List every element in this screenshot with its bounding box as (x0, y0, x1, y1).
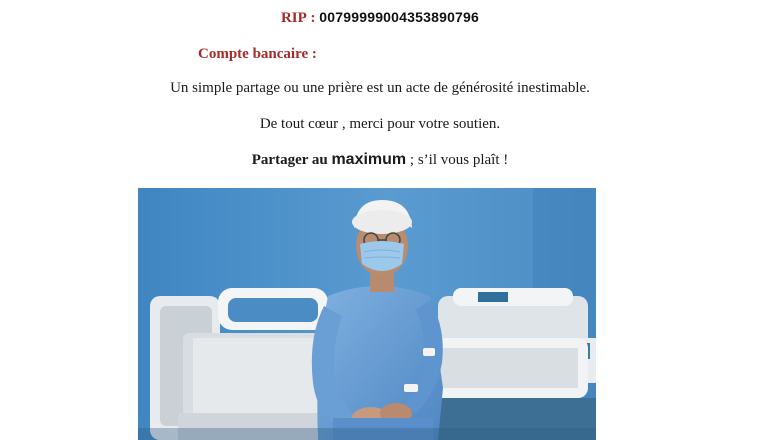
message-share: Partager au maximum ; s’il vous plaît ! (0, 151, 760, 169)
hospital-photo (138, 188, 596, 440)
message-generosity: Un simple partage ou une prière est un a… (170, 80, 590, 96)
share-text-end: ; s’il vous plaît ! (406, 152, 509, 168)
rip-number: 00799999004353890796 (319, 9, 480, 25)
rip-label: RIP (280, 10, 307, 26)
account-heading: Compte bancaire : (198, 46, 317, 62)
face-mask (360, 241, 404, 271)
share-text-start: Partager au (251, 152, 332, 168)
share-text-emphasis: maximum (331, 151, 407, 168)
message-thanks: De tout cœur , merci pour votre soutien. (259, 116, 501, 132)
rip-line: RIP : 00799999004353890796 (0, 9, 760, 27)
rip-separator: : (306, 10, 320, 26)
